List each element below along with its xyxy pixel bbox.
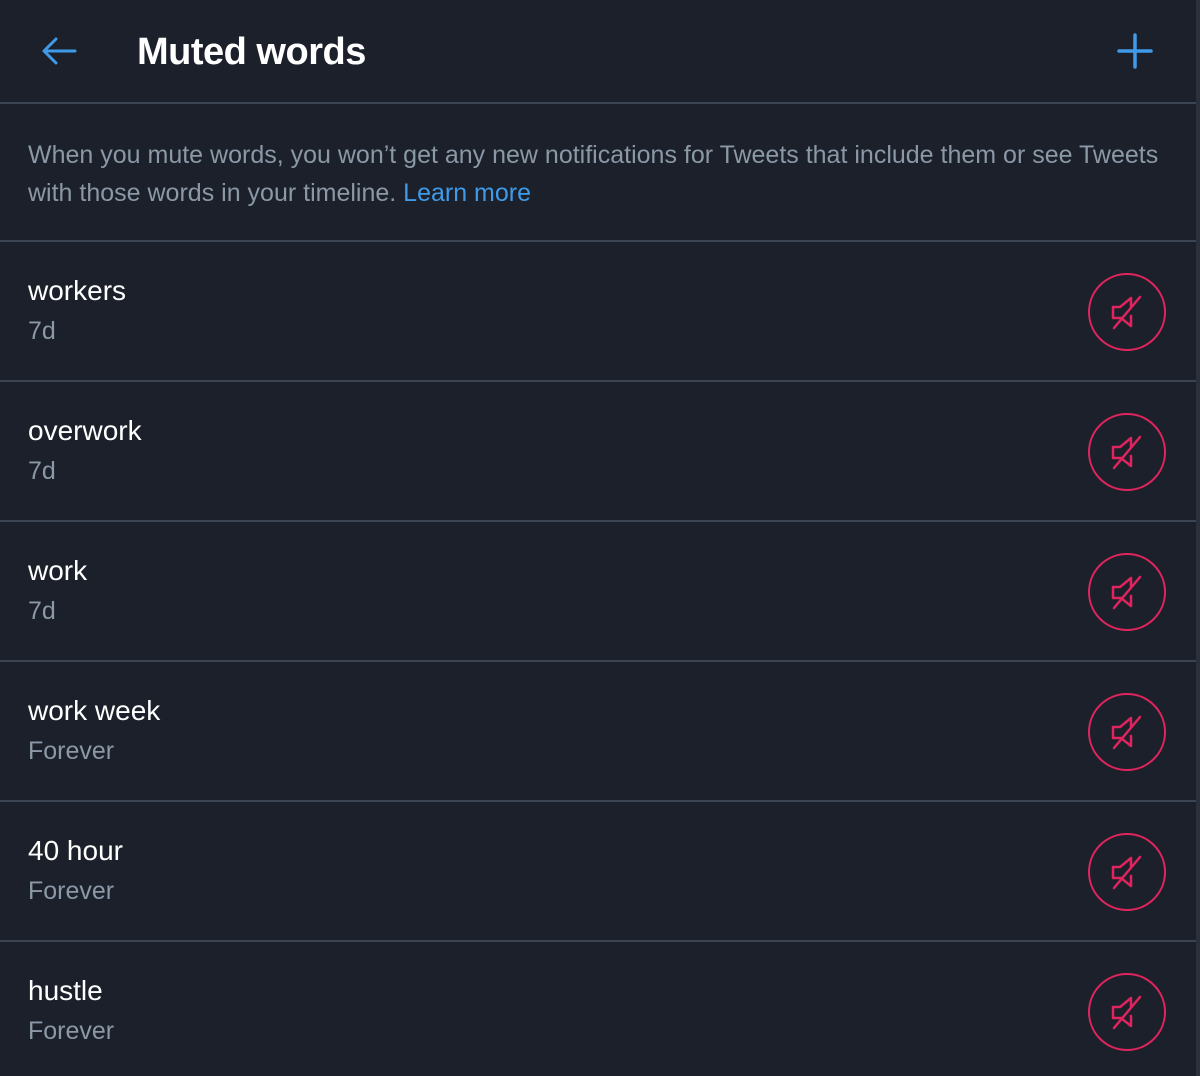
plus-icon [1117,33,1153,69]
unmute-icon [1111,715,1142,750]
muted-word-text: hustle [28,975,103,1006]
unmute-button[interactable] [1088,693,1166,771]
add-muted-word-button[interactable] [1112,28,1158,74]
muted-word-text: 40 hour [28,835,123,866]
unmute-icon [1111,995,1142,1030]
muted-word-text: workers [28,275,127,306]
muted-word-row[interactable]: 40 hour Forever [0,802,1196,942]
page-title: Muted words [137,31,366,73]
unmute-icon [1111,575,1142,610]
info-description: When you mute words, you won’t get any n… [28,141,1159,207]
mute-duration: Forever [28,737,115,765]
header: Muted words [0,0,1196,104]
unmute-button[interactable] [1088,973,1166,1051]
back-button[interactable] [34,28,84,74]
muted-word-row[interactable]: work 7d [0,522,1196,662]
muted-word-row[interactable]: work week Forever [0,662,1196,802]
mute-duration: 7d [28,457,56,485]
muted-word-row[interactable]: hustle Forever [0,942,1196,1076]
mute-duration: 7d [28,317,56,345]
muted-word-text: work week [28,695,161,726]
muted-word-text: work [28,555,88,586]
unmute-button[interactable] [1088,273,1166,351]
mute-duration: Forever [28,877,115,905]
unmute-button[interactable] [1088,413,1166,491]
mute-duration: Forever [28,1017,115,1045]
muted-words-page: Muted words When you mute words, you won… [0,0,1200,1076]
unmute-button[interactable] [1088,553,1166,631]
unmute-icon [1111,855,1142,890]
mute-duration: 7d [28,597,56,625]
unmute-icon [1111,295,1142,330]
muted-word-row[interactable]: overwork 7d [0,382,1196,522]
muted-word-text: overwork [28,415,142,446]
muted-words-list: workers 7d overwork 7d work 7d work week Foreve… [0,242,1196,1076]
muted-word-row[interactable]: workers 7d [0,242,1196,382]
unmute-button[interactable] [1088,833,1166,911]
unmute-icon [1111,435,1142,470]
learn-more-link[interactable]: Learn more [403,179,531,207]
arrow-left-icon [42,37,77,65]
info-text: When you mute words, you won’t get any n… [0,104,1196,242]
